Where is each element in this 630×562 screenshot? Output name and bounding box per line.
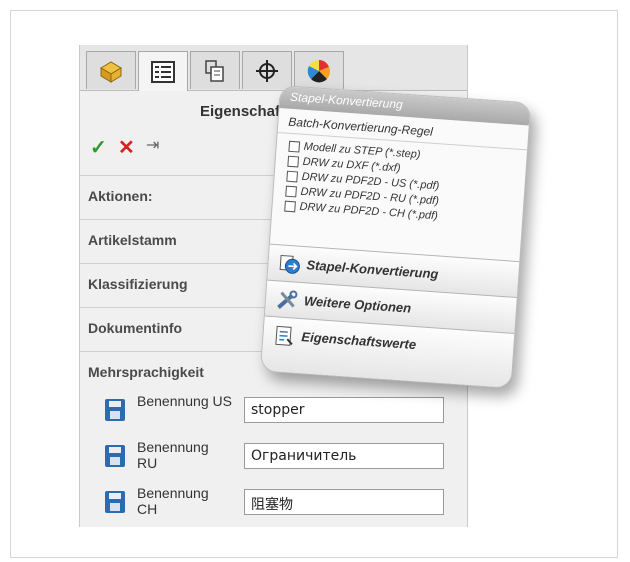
field-row-ch: Benennung CH 阻塞物 [80, 485, 444, 525]
checkbox-box[interactable] [287, 155, 300, 168]
batch-conversion-card: Stapel-Konvertierung Batch-Konvertierung… [259, 85, 532, 389]
property-manager-icon [151, 60, 175, 83]
button-label: Stapel-Konvertierung [306, 257, 439, 282]
display-manager-icon [307, 59, 330, 82]
section-label: Dokumentinfo [88, 320, 183, 336]
batch-conversion-popup: Stapel-Konvertierung Batch-Konvertierung… [259, 85, 532, 389]
benennung-us-field[interactable]: stopper [244, 397, 444, 423]
benennung-ru-field[interactable]: Ограничитель [244, 443, 444, 469]
dimxpert-icon [256, 59, 278, 82]
properties-icon [275, 325, 293, 346]
tab-property-manager[interactable] [138, 51, 188, 91]
feature-manager-icon [100, 60, 122, 83]
batch-convert-icon [279, 254, 300, 274]
save-icon[interactable] [105, 399, 125, 421]
checkbox-box[interactable] [284, 200, 296, 212]
tools-icon [277, 290, 298, 309]
save-icon[interactable] [105, 445, 125, 467]
pin-icon[interactable]: ⇥ [146, 135, 159, 155]
tab-configuration-manager[interactable] [190, 51, 240, 89]
button-label: Weitere Optionen [303, 293, 412, 316]
field-label: Benennung US [137, 393, 232, 409]
save-icon[interactable] [105, 491, 125, 513]
button-label: Eigenschaftswerte [300, 329, 417, 353]
manager-tabstrip [80, 45, 467, 91]
cancel-icon[interactable]: ✕ [118, 135, 135, 160]
checkbox-list: Modell zu STEP (*.step) DRW zu DXF (*.dx… [272, 133, 527, 235]
section-label: Artikelstamm [88, 232, 177, 248]
field-label: Benennung RU [137, 439, 209, 471]
tab-feature-manager[interactable] [86, 51, 136, 89]
checkbox-box[interactable] [288, 140, 301, 153]
field-row-us: Benennung US stopper [80, 393, 444, 433]
configuration-manager-icon [205, 59, 224, 82]
checkbox-box[interactable] [285, 185, 297, 197]
section-label: Aktionen: [88, 188, 153, 204]
field-label: Benennung CH [137, 485, 209, 517]
ok-icon[interactable]: ✓ [90, 135, 107, 160]
checkbox-box[interactable] [286, 170, 299, 183]
benennung-ch-field[interactable]: 阻塞物 [244, 489, 444, 515]
section-label: Mehrsprachigkeit [88, 364, 204, 380]
tab-dimxpert[interactable] [242, 51, 292, 89]
tab-display-manager[interactable] [294, 51, 344, 89]
section-label: Klassifizierung [88, 276, 188, 292]
field-row-ru: Benennung RU Ограничитель [80, 439, 444, 479]
